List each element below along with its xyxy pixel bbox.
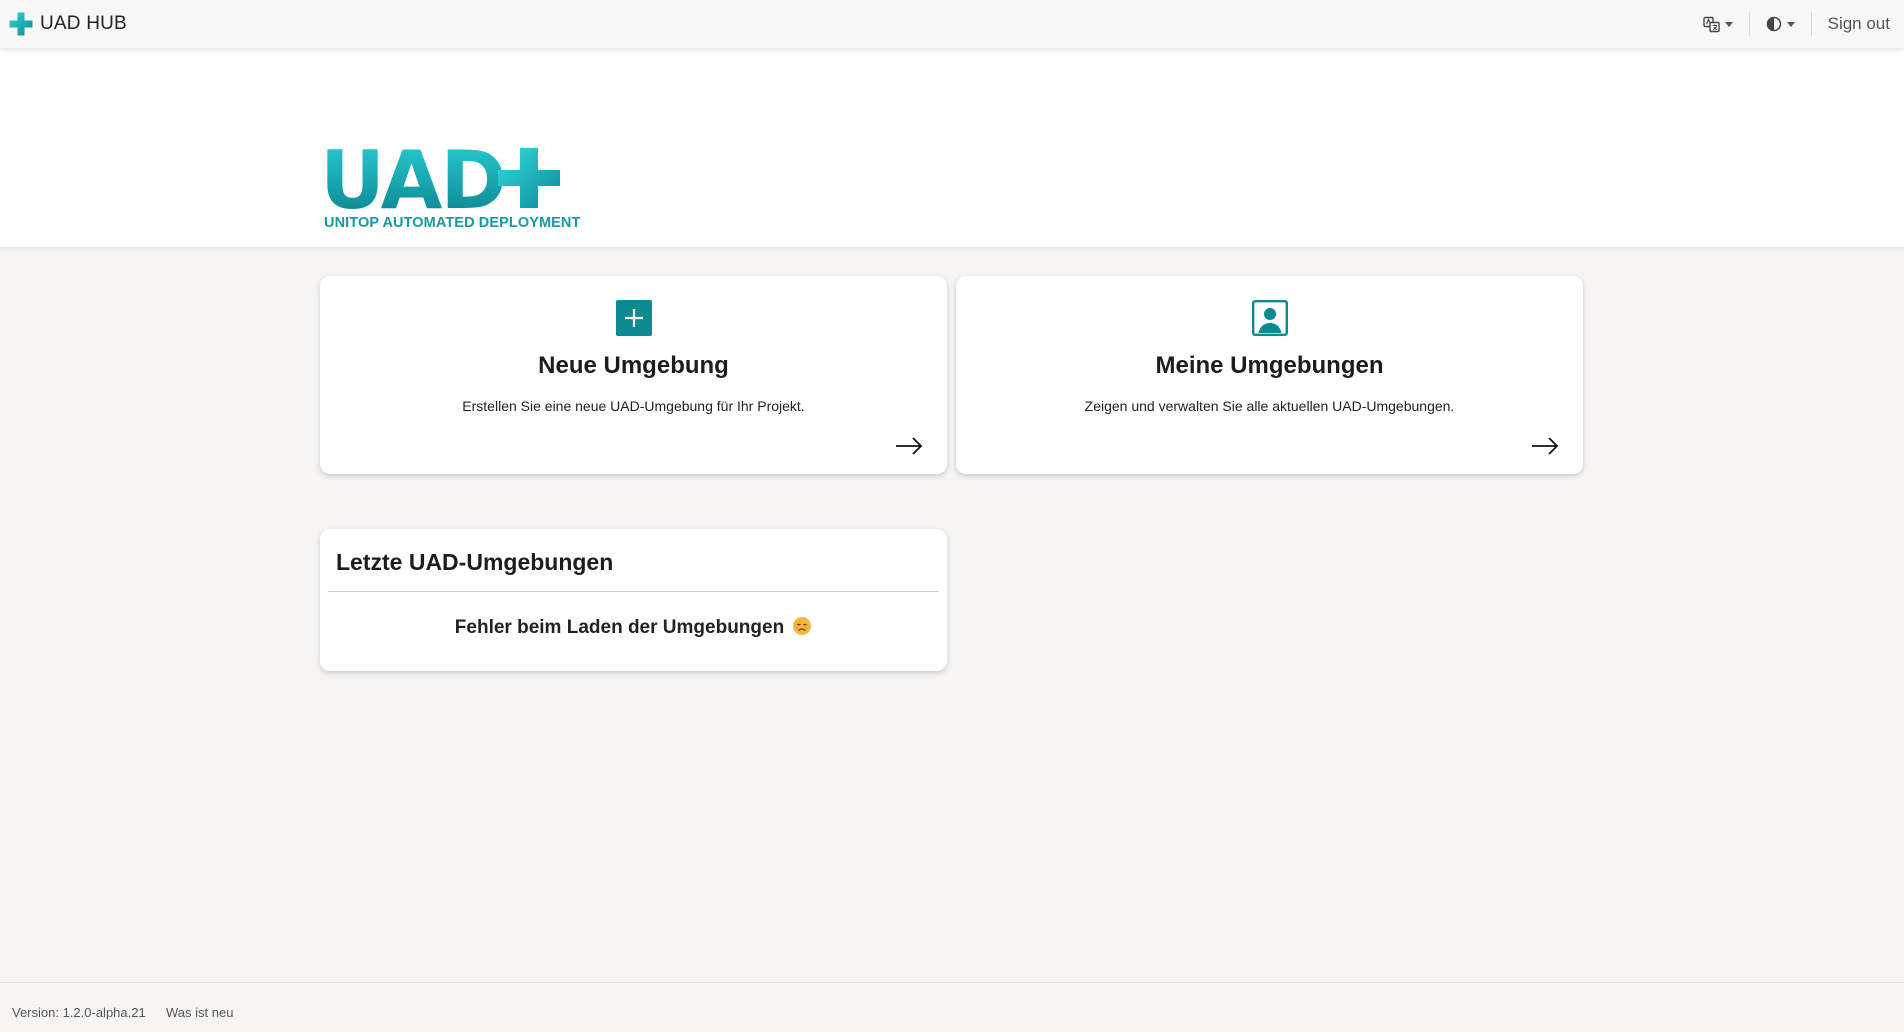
plus-square-icon (615, 300, 652, 336)
logo-subtitle: UNITOP AUTOMATED DEPLOYMENT (324, 215, 581, 231)
hero-banner: UAD UNITOP AUTOMATED DEPLOYMENT (0, 48, 1904, 247)
my-environments-title: Meine Umgebungen (1155, 352, 1384, 379)
version-label: Version: 1.2.0-alpha.21 (12, 1005, 146, 1020)
uad-logo: UAD UNITOP AUTOMATED DEPLOYMENT (322, 98, 580, 231)
divider (328, 591, 939, 592)
sign-out-link[interactable]: Sign out (1812, 14, 1904, 34)
my-environments-description: Zeigen und verwalten Sie alle aktuellen … (1084, 398, 1455, 414)
top-navbar: UAD HUB Sign out (0, 0, 1904, 48)
error-message: Fehler beim Laden der Umgebungen (454, 617, 785, 638)
recent-environments-error: Fehler beim Laden der Umgebungen (320, 616, 947, 639)
whats-new-link[interactable]: Was ist neu (166, 1005, 233, 1020)
arrow-right-icon (896, 437, 923, 455)
theme-dropdown[interactable] (1750, 12, 1811, 36)
logo-text: UAD (322, 134, 505, 210)
person-badge-icon (1251, 300, 1288, 336)
sad-face-icon (793, 617, 812, 635)
translate-icon (1702, 16, 1720, 32)
arrow-right-icon (1532, 437, 1559, 455)
new-environment-title: Neue Umgebung (538, 352, 729, 379)
chevron-down-icon (1724, 21, 1733, 27)
new-environment-card[interactable]: Neue Umgebung Erstellen Sie eine neue UA… (320, 276, 947, 474)
my-environments-card[interactable]: Meine Umgebungen Zeigen und verwalten Si… (956, 276, 1583, 474)
language-dropdown[interactable] (1687, 12, 1749, 36)
page-footer: Version: 1.2.0-alpha.21 Was ist neu (0, 982, 1904, 1032)
plus-logo-icon (9, 12, 33, 36)
chevron-down-icon (1786, 21, 1795, 27)
theme-contrast-icon (1766, 16, 1781, 32)
recent-environments-card: Letzte UAD-Umgebungen Fehler beim Laden … (320, 529, 947, 671)
brand-home-link[interactable]: UAD HUB (8, 11, 127, 37)
new-environment-description: Erstellen Sie eine neue UAD-Umgebung für… (462, 398, 805, 414)
uad-plus-logo-icon: UAD (322, 134, 560, 210)
brand-name: UAD HUB (40, 13, 127, 34)
recent-environments-title: Letzte UAD-Umgebungen (336, 549, 614, 575)
